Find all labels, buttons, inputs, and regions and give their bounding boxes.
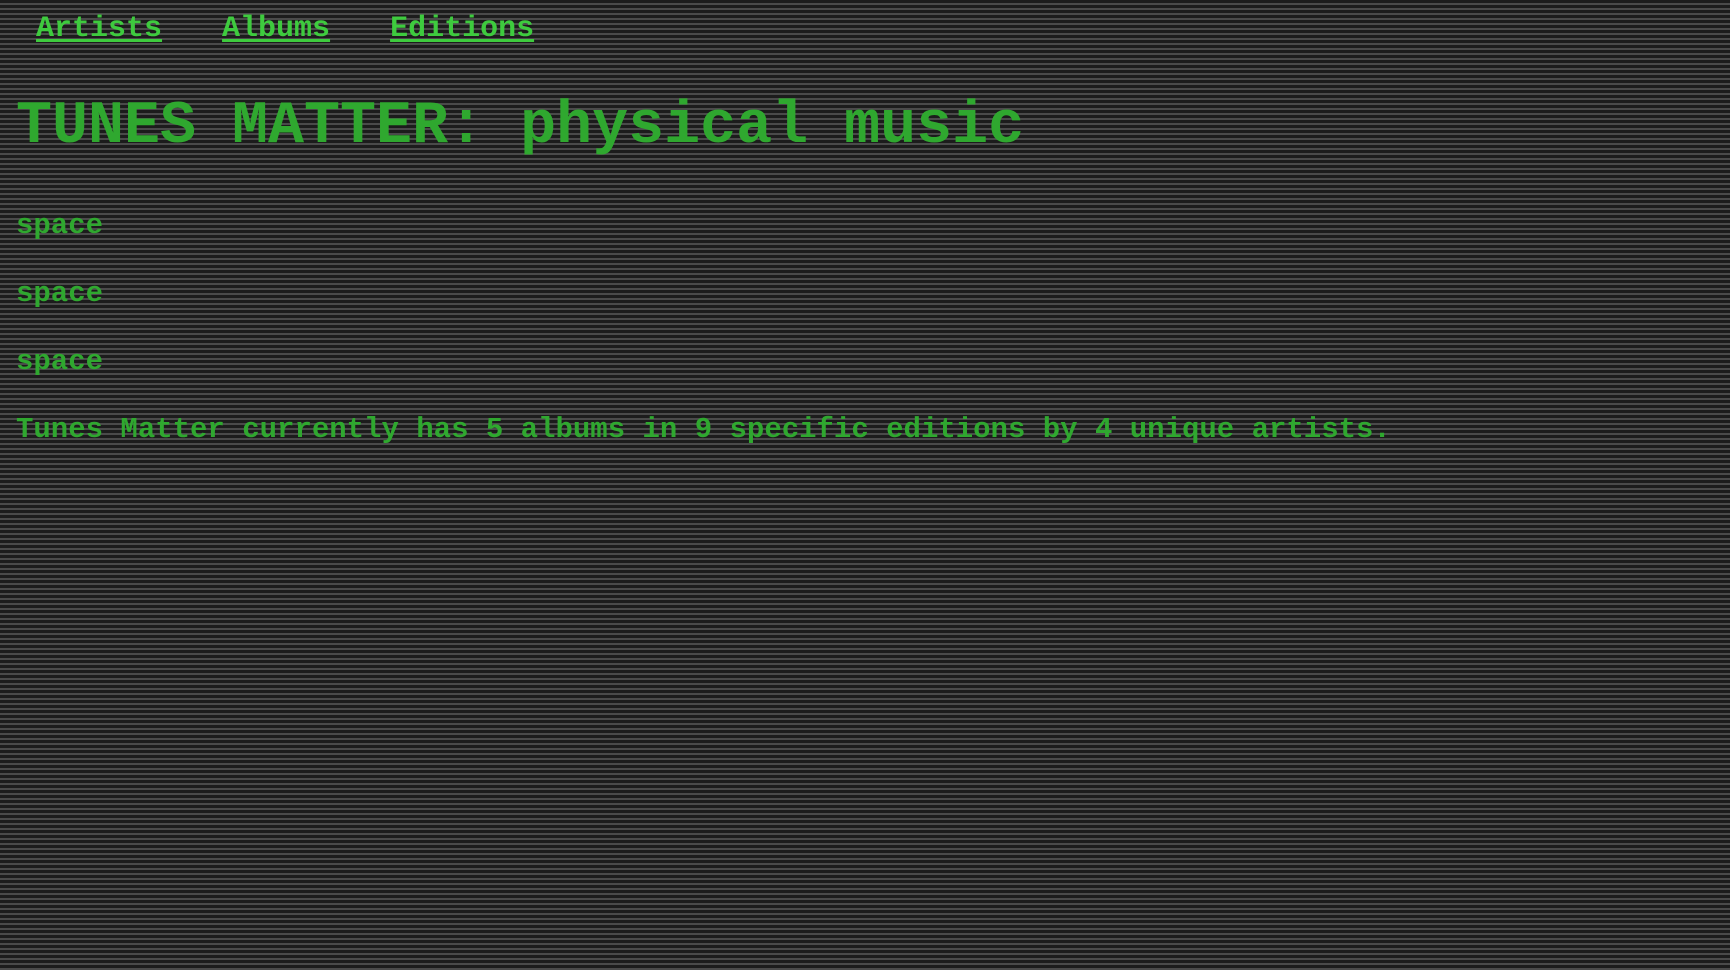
collection-summary: Tunes Matter currently has 5 albums in 9… [16,413,1391,446]
spacer-text-2: space [16,277,104,310]
nav-link-artists[interactable]: Artists [36,12,162,46]
spacer-text-3: space [16,345,104,378]
top-nav: Artists Albums Editions [36,12,534,46]
page-title: TUNES MATTER: physical music [16,93,1025,161]
nav-link-albums[interactable]: Albums [222,12,330,46]
spacer-text-1: space [16,209,104,242]
nav-link-editions[interactable]: Editions [390,12,534,46]
